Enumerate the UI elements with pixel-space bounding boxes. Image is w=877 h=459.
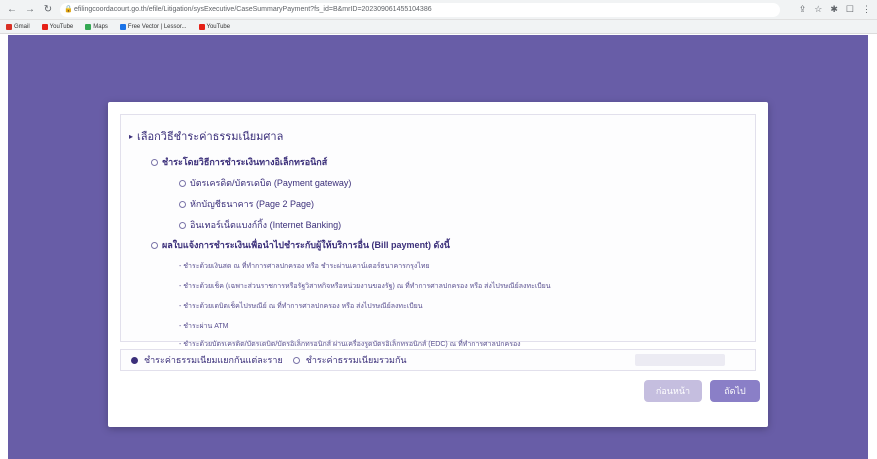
radio-icon[interactable] [179, 179, 186, 187]
radio-icon[interactable] [179, 221, 186, 229]
radio-icon[interactable] [151, 158, 158, 166]
bookmarks-bar: Gmail YouTube Maps Free Vector | Lessor.… [0, 20, 877, 34]
maps-icon [85, 23, 92, 30]
payment-method-section: ▸ เลือกวิธีชำระค่าธรรมเนียมศาล ชำระโดยวิ… [120, 114, 756, 348]
bill-item: - ชำระด้วยเงินสด ณ ที่ทำการศาลปกครอง หรื… [179, 263, 430, 270]
share-icon[interactable]: ⇪ [799, 4, 807, 15]
fee-option-row: ชำระค่าธรรมเนียมแยกกันแต่ละราย ชำระค่าธร… [120, 349, 756, 371]
radio-icon[interactable] [151, 241, 158, 249]
browser-toolbar: ← → ↻ 🔒 efilingcoordacourt.go.th/efile/L… [0, 0, 877, 20]
fee-combined-label[interactable]: ชำระค่าธรรมเนียมรวมกัน [306, 353, 407, 367]
radio-icon[interactable] [179, 200, 186, 208]
sidebar-icon[interactable]: ☐ [846, 4, 854, 15]
menu-icon[interactable]: ⋮ [862, 4, 871, 15]
payment-modal: ▸ เลือกวิธีชำระค่าธรรมเนียมศาล ชำระโดยวิ… [108, 102, 768, 427]
lock-icon: 🔒 [64, 5, 73, 13]
url-text: efilingcoordacourt.go.th/efile/Litigatio… [74, 5, 432, 13]
radio-icon[interactable] [292, 356, 300, 364]
bookmark-gmail[interactable]: Gmail [6, 23, 30, 30]
placeholder-block [635, 354, 725, 366]
extensions-icon[interactable]: ✱ [830, 4, 838, 15]
freevector-icon [119, 23, 126, 30]
section-title: ▸ เลือกวิธีชำระค่าธรรมเนียมศาล [129, 131, 284, 143]
gmail-icon [6, 23, 12, 30]
youtube-icon [41, 23, 48, 30]
bookmark-star-icon[interactable]: ☆ [814, 4, 822, 15]
bookmark-youtube-2[interactable]: YouTube [198, 23, 230, 30]
radio-bill-payment[interactable]: ผลใบแจ้งการชำระเงินเพื่อนำไปชำระกับผู้ให… [151, 238, 450, 252]
bill-item: - ชำระด้วยเช็ค (เฉพาะส่วนราชการหรือรัฐวิ… [179, 283, 551, 290]
address-bar[interactable]: 🔒 efilingcoordacourt.go.th/efile/Litigat… [60, 2, 780, 17]
previous-button[interactable]: ก่อนหน้า [644, 380, 702, 402]
caret-right-icon: ▸ [129, 131, 134, 141]
reload-icon[interactable]: ↻ [42, 4, 54, 15]
radio-internet-banking[interactable]: อินเทอร์เน็ตแบงก์กิ้ง (Internet Banking) [179, 218, 341, 232]
bill-item: - ชำระด้วยเดบิตเช็คไปรษณีย์ ณ ที่ทำการศา… [179, 303, 423, 310]
radio-icon[interactable] [131, 356, 138, 364]
fee-separate-label[interactable]: ชำระค่าธรรมเนียมแยกกันแต่ละราย [144, 353, 283, 367]
radio-page2page[interactable]: หักบัญชีธนาคาร (Page 2 Page) [179, 197, 314, 211]
radio-payment-gateway[interactable]: บัตรเครดิต/บัตรเดบิต (Payment gateway) [179, 176, 351, 190]
radio-electronic-payment[interactable]: ชำระโดยวิธีการชำระเงินทางอิเล็กทรอนิกส์ [151, 155, 327, 169]
next-button[interactable]: ถัดไป [710, 380, 760, 402]
bookmark-youtube[interactable]: YouTube [41, 23, 73, 30]
forward-icon[interactable]: → [24, 4, 36, 15]
back-icon[interactable]: ← [6, 4, 18, 15]
bookmark-maps[interactable]: Maps [85, 23, 108, 30]
youtube-icon [198, 23, 205, 30]
bookmark-freevector[interactable]: Free Vector | Lessor... [119, 23, 187, 30]
bill-item: - ชำระผ่าน ATM [179, 323, 229, 330]
